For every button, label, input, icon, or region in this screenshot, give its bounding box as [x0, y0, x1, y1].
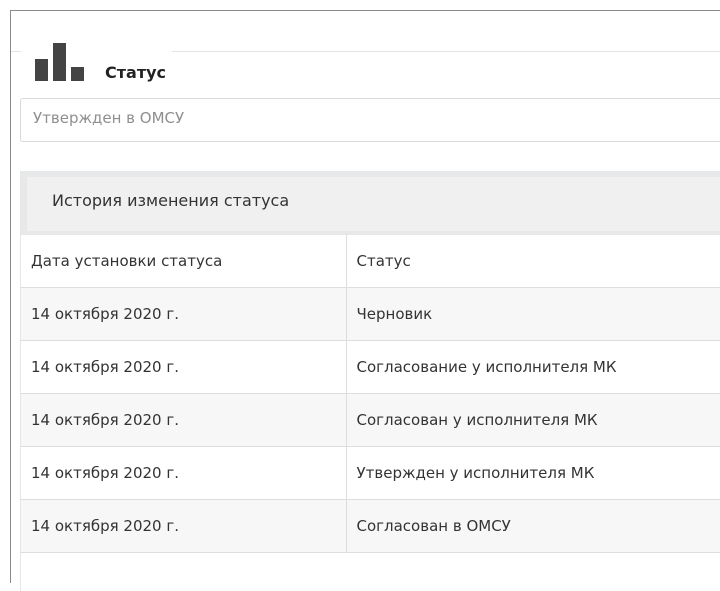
table-row[interactable]: 14 октября 2020 г. Утвержден у исполните…: [21, 446, 720, 500]
table-row[interactable]: 14 октября 2020 г. Согласование у исполн…: [21, 340, 720, 394]
table-row[interactable]: 14 октября 2020 г. Черновик: [21, 287, 720, 341]
row-date: 14 октября 2020 г.: [21, 393, 347, 447]
status-title: Статус: [105, 63, 166, 82]
row-date: 14 октября 2020 г.: [21, 446, 347, 500]
row-date: 14 октября 2020 г.: [21, 499, 347, 553]
row-status: Согласование у исполнителя МК: [346, 340, 720, 394]
status-legend: Статус: [21, 21, 172, 83]
status-history-table: Дата установки статуса Статус 14 октября…: [21, 235, 720, 553]
bar-chart-icon-bar: [71, 67, 84, 81]
row-date: 14 октября 2020 г.: [21, 287, 347, 341]
column-header-date[interactable]: Дата установки статуса: [21, 235, 347, 288]
row-status: Черновик: [346, 287, 720, 341]
row-status: Утвержден у исполнителя МК: [346, 446, 720, 500]
bar-chart-icon-bar: [35, 59, 48, 81]
table-row[interactable]: 14 октября 2020 г. Согласован у исполнит…: [21, 393, 720, 447]
bar-chart-icon-bar: [53, 43, 66, 81]
row-date: 14 октября 2020 г.: [21, 340, 347, 394]
row-status: Согласован у исполнителя МК: [346, 393, 720, 447]
table-row[interactable]: 14 октября 2020 г. Согласован в ОМСУ: [21, 499, 720, 553]
bar-chart-icon: [35, 31, 87, 83]
current-status-field: Утвержден в ОМСУ: [20, 98, 720, 142]
status-history-panel: История изменения статуса Дата установки…: [20, 171, 720, 591]
status-history-title: История изменения статуса: [21, 171, 720, 235]
table-header-row: Дата установки статуса Статус: [21, 235, 720, 288]
row-status: Согласован в ОМСУ: [346, 499, 720, 553]
column-header-status[interactable]: Статус: [346, 235, 720, 288]
